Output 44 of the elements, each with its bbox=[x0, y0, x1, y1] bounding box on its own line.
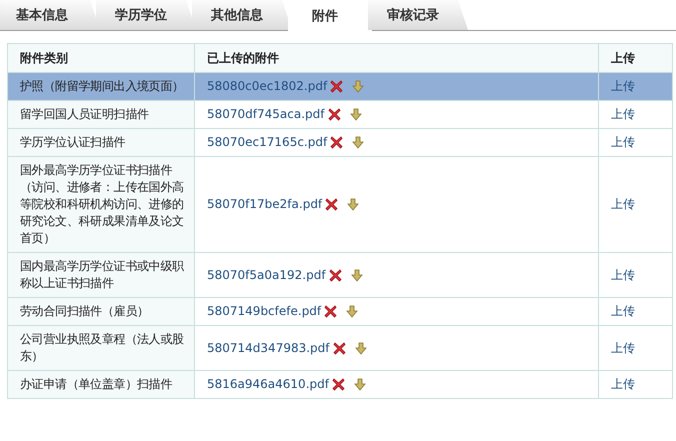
delete-icon[interactable] bbox=[328, 108, 340, 121]
file-link[interactable]: 58070df745aca.pdf bbox=[207, 106, 324, 123]
download-arrow-icon[interactable] bbox=[350, 108, 362, 121]
delete-icon[interactable] bbox=[328, 268, 342, 282]
category-text: 留学回国人员证明扫描件 bbox=[20, 107, 149, 121]
category-text: 公司营业执照及章程（法人或股东） bbox=[20, 332, 184, 363]
file-link[interactable]: 58070f5a0a192.pdf bbox=[207, 266, 326, 284]
delete-icon[interactable] bbox=[330, 80, 344, 93]
download-arrow-icon[interactable] bbox=[354, 378, 366, 391]
upload-link[interactable]: 上传 bbox=[611, 377, 635, 391]
download-arrow-icon[interactable] bbox=[352, 80, 364, 93]
delete-icon[interactable] bbox=[325, 198, 338, 211]
tab[interactable]: 审核记录 bbox=[368, 0, 468, 30]
upload-link[interactable]: 上传 bbox=[611, 304, 635, 318]
upload-link[interactable]: 上传 bbox=[611, 107, 635, 121]
file-link[interactable]: 58070ec17165c.pdf bbox=[207, 134, 328, 151]
download-arrow-icon[interactable] bbox=[350, 268, 363, 282]
download-arrow-icon[interactable] bbox=[347, 198, 360, 211]
delete-icon[interactable] bbox=[324, 305, 338, 318]
file-link[interactable]: 58070f17be2fa.pdf bbox=[207, 196, 322, 213]
category-text: 护照（附留学期间出入境页面） bbox=[20, 79, 184, 93]
category-text: 办证申请（单位盖章）扫描件 bbox=[20, 377, 172, 391]
upload-link[interactable]: 上传 bbox=[611, 340, 635, 354]
upload-link[interactable]: 上传 bbox=[611, 197, 635, 211]
delete-icon[interactable] bbox=[330, 136, 344, 149]
column-header: 已上传的附件 bbox=[194, 44, 598, 72]
download-arrow-icon[interactable] bbox=[352, 136, 364, 149]
upload-link[interactable]: 上传 bbox=[611, 79, 635, 93]
file-link[interactable]: 580714d347983.pdf bbox=[207, 340, 330, 356]
category-text: 国外最高学历学位证书扫描件（访问、进修者：上传在国外高等院校和科研机构访问、进修的研究论文、科研成果清单及论文首页） bbox=[20, 163, 184, 245]
column-header: 上传 bbox=[598, 44, 672, 72]
download-arrow-icon[interactable] bbox=[346, 305, 358, 318]
delete-icon[interactable] bbox=[332, 378, 345, 391]
category-text: 劳动合同扫描件（雇员） bbox=[20, 304, 149, 318]
column-header: 附件类别 bbox=[8, 44, 194, 72]
file-link[interactable]: 58080c0ec1802.pdf bbox=[207, 78, 328, 95]
file-link[interactable]: 5816a946a4610.pdf bbox=[207, 376, 329, 393]
category-text: 国内最高学历学位证书或中级职称以上证书扫描件 bbox=[20, 259, 184, 290]
file-link[interactable]: 5807149bcfefe.pdf bbox=[207, 303, 322, 320]
download-arrow-icon[interactable] bbox=[354, 342, 367, 354]
category-text: 学历学位认证扫描件 bbox=[20, 135, 126, 149]
upload-link[interactable]: 上传 bbox=[611, 268, 635, 282]
delete-icon[interactable] bbox=[332, 342, 346, 354]
upload-link[interactable]: 上传 bbox=[611, 135, 635, 149]
